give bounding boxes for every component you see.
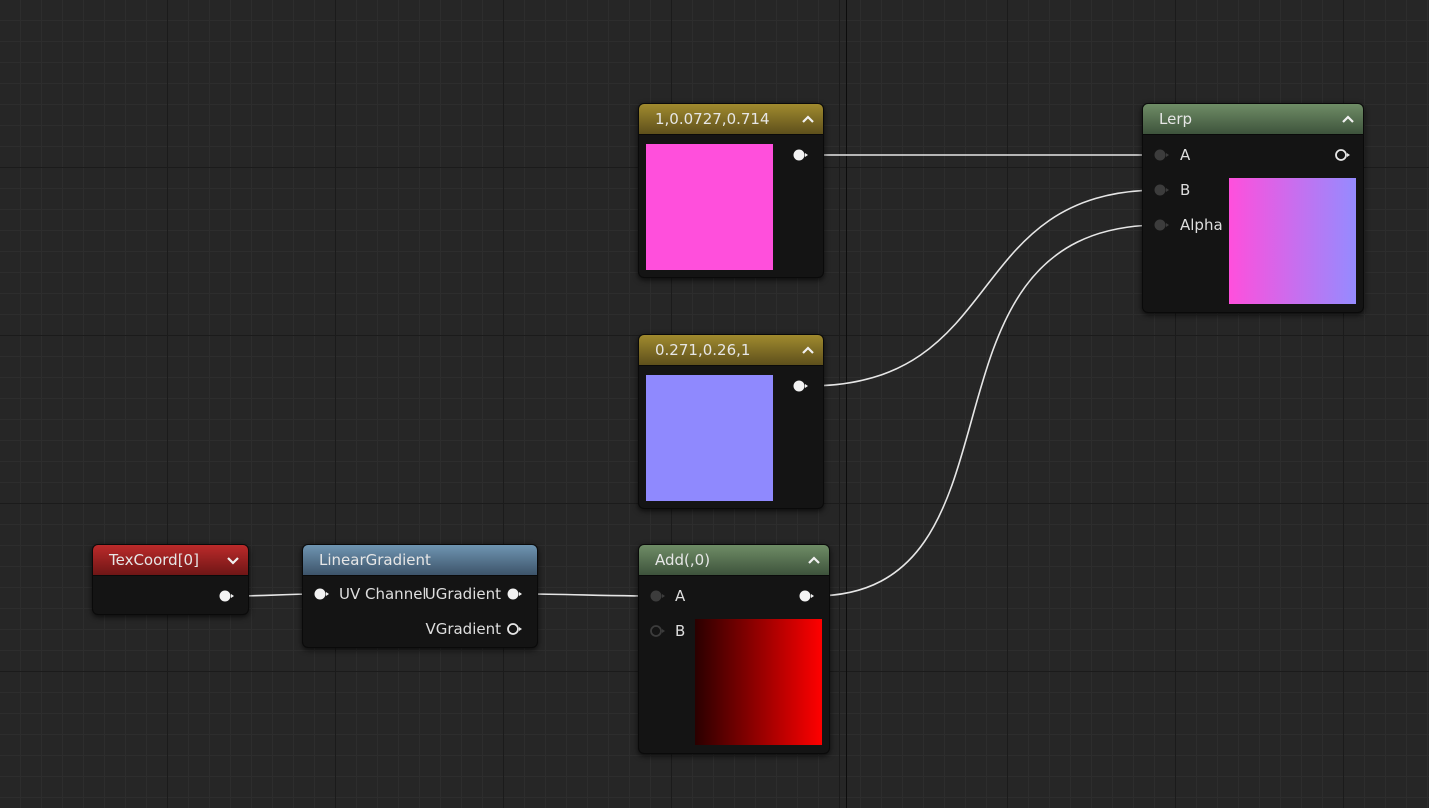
- input-label-uv-channel: UV Channel: [339, 585, 427, 603]
- input-pin-b-icon[interactable]: [649, 624, 665, 638]
- preview-thumbnail: [695, 619, 822, 745]
- preview-thumbnail: [1229, 178, 1356, 304]
- node-header[interactable]: 1,0.0727,0.714: [639, 104, 823, 135]
- node-header[interactable]: Add(,0): [639, 545, 829, 576]
- add-node[interactable]: Add(,0) A B: [638, 544, 830, 754]
- node-title: 1,0.0727,0.714: [655, 110, 770, 128]
- input-label-b: B: [1180, 181, 1191, 199]
- collapse-up-icon[interactable]: [1341, 112, 1355, 126]
- collapse-up-icon[interactable]: [807, 553, 821, 567]
- node-header[interactable]: TexCoord[0]: [93, 545, 248, 576]
- input-label-a: A: [675, 587, 686, 605]
- output-pin-u-icon[interactable]: [506, 587, 522, 601]
- node-header[interactable]: LinearGradient: [303, 545, 537, 576]
- node-title: TexCoord[0]: [109, 551, 199, 569]
- input-pin-b-icon[interactable]: [1153, 183, 1169, 197]
- lerp-node[interactable]: Lerp A B Alpha: [1142, 103, 1364, 313]
- input-label-a: A: [1180, 146, 1191, 164]
- node-title: Lerp: [1159, 110, 1193, 128]
- output-pin-icon[interactable]: [218, 589, 234, 603]
- output-pin-icon[interactable]: [798, 589, 814, 603]
- wire-gradient-to-add-a: [521, 593, 657, 597]
- input-label-b: B: [675, 622, 686, 640]
- color-preview-swatch: [646, 144, 773, 270]
- output-pin-icon[interactable]: [1334, 148, 1350, 162]
- node-header[interactable]: Lerp: [1143, 104, 1363, 135]
- graph-origin-axis: [846, 0, 847, 808]
- linear-gradient-node[interactable]: LinearGradient UV Channel UGradient VGra…: [302, 544, 538, 648]
- node-title: 0.271,0.26,1: [655, 341, 751, 359]
- input-pin-uv-icon[interactable]: [313, 587, 329, 601]
- input-label-alpha: Alpha: [1180, 216, 1223, 234]
- node-title: Add(,0): [655, 551, 711, 569]
- constant-node-blue[interactable]: 0.271,0.26,1: [638, 334, 824, 509]
- constant-node-pink[interactable]: 1,0.0727,0.714: [638, 103, 824, 278]
- wire-blue-to-lerp-b: [807, 189, 1161, 387]
- node-title: LinearGradient: [319, 551, 431, 569]
- output-pin-icon[interactable]: [792, 148, 808, 162]
- input-pin-alpha-icon[interactable]: [1153, 218, 1169, 232]
- wire-add-to-lerp-alpha: [813, 224, 1161, 597]
- collapse-down-icon[interactable]: [226, 553, 240, 567]
- input-pin-a-icon[interactable]: [649, 589, 665, 603]
- output-label-vgradient: VGradient: [425, 620, 501, 638]
- collapse-up-icon[interactable]: [801, 343, 815, 357]
- output-label-ugradient: UGradient: [424, 585, 501, 603]
- color-preview-swatch: [646, 375, 773, 501]
- output-pin-icon[interactable]: [792, 379, 808, 393]
- output-pin-v-icon[interactable]: [506, 622, 522, 636]
- node-header[interactable]: 0.271,0.26,1: [639, 335, 823, 366]
- input-pin-a-icon[interactable]: [1153, 148, 1169, 162]
- collapse-up-icon[interactable]: [801, 112, 815, 126]
- texcoord-node[interactable]: TexCoord[0]: [92, 544, 249, 615]
